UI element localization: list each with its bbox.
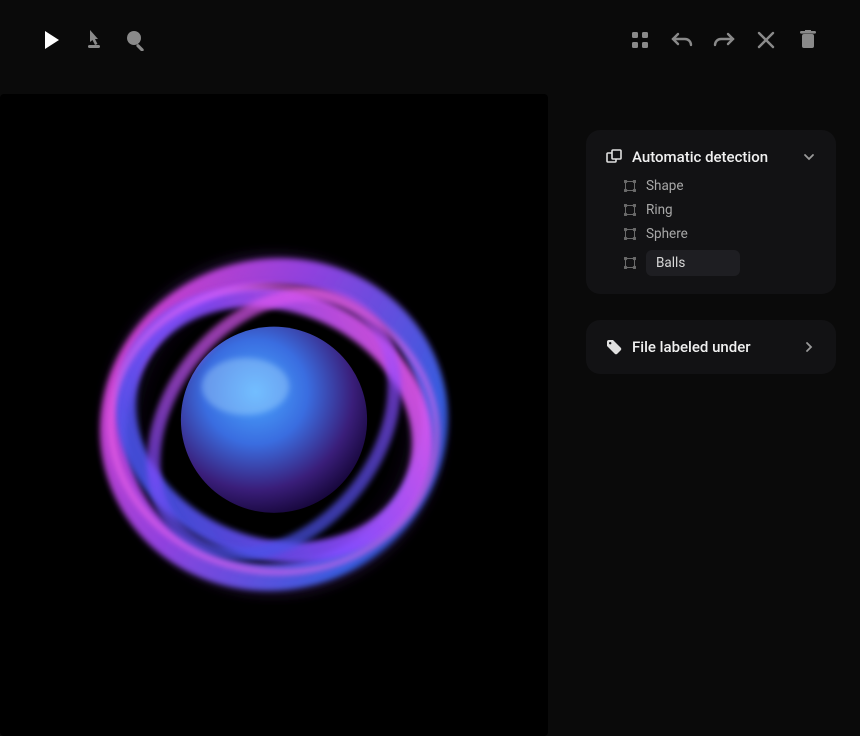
toolbar — [0, 0, 860, 80]
tag-icon — [606, 339, 622, 355]
preview-orb — [84, 225, 464, 605]
bbox-icon — [624, 204, 636, 216]
trash-icon[interactable] — [796, 28, 820, 52]
detection-item[interactable]: Shape — [606, 178, 816, 194]
automatic-detection-title: Automatic detection — [632, 148, 792, 166]
detection-item-label: Shape — [646, 178, 684, 194]
automatic-detection-header[interactable]: Automatic detection — [606, 148, 816, 166]
file-labeled-title: File labeled under — [632, 338, 792, 356]
chevron-right-icon — [802, 340, 816, 354]
detection-label-input[interactable] — [646, 250, 740, 276]
canvas-panel[interactable] — [0, 94, 548, 736]
undo-icon[interactable] — [670, 28, 694, 52]
bbox-icon — [624, 228, 636, 240]
main-area: Automatic detection Shape — [0, 80, 860, 736]
play-icon[interactable] — [40, 28, 64, 52]
detection-item-label: Ring — [646, 202, 673, 218]
toolbar-left-group — [40, 28, 148, 52]
bbox-icon — [624, 257, 636, 269]
file-labeled-header[interactable]: File labeled under — [606, 338, 816, 356]
grid-icon[interactable] — [628, 28, 652, 52]
detection-item-label: Sphere — [646, 226, 688, 242]
detection-item[interactable]: Ring — [606, 202, 816, 218]
redo-icon[interactable] — [712, 28, 736, 52]
toolbar-right-group — [628, 28, 820, 52]
magnifier-icon[interactable] — [124, 28, 148, 52]
sidebar: Automatic detection Shape — [586, 80, 860, 736]
detection-list: Shape Ring Sphere — [606, 178, 816, 276]
bbox-icon — [624, 180, 636, 192]
automatic-detection-card: Automatic detection Shape — [586, 130, 836, 294]
detection-item-input-row — [606, 250, 816, 276]
detection-icon — [606, 149, 622, 165]
detection-item[interactable]: Sphere — [606, 226, 816, 242]
file-labeled-card: File labeled under — [586, 320, 836, 374]
chevron-down-icon — [802, 150, 816, 164]
pointer-icon[interactable] — [82, 28, 106, 52]
close-icon[interactable] — [754, 28, 778, 52]
